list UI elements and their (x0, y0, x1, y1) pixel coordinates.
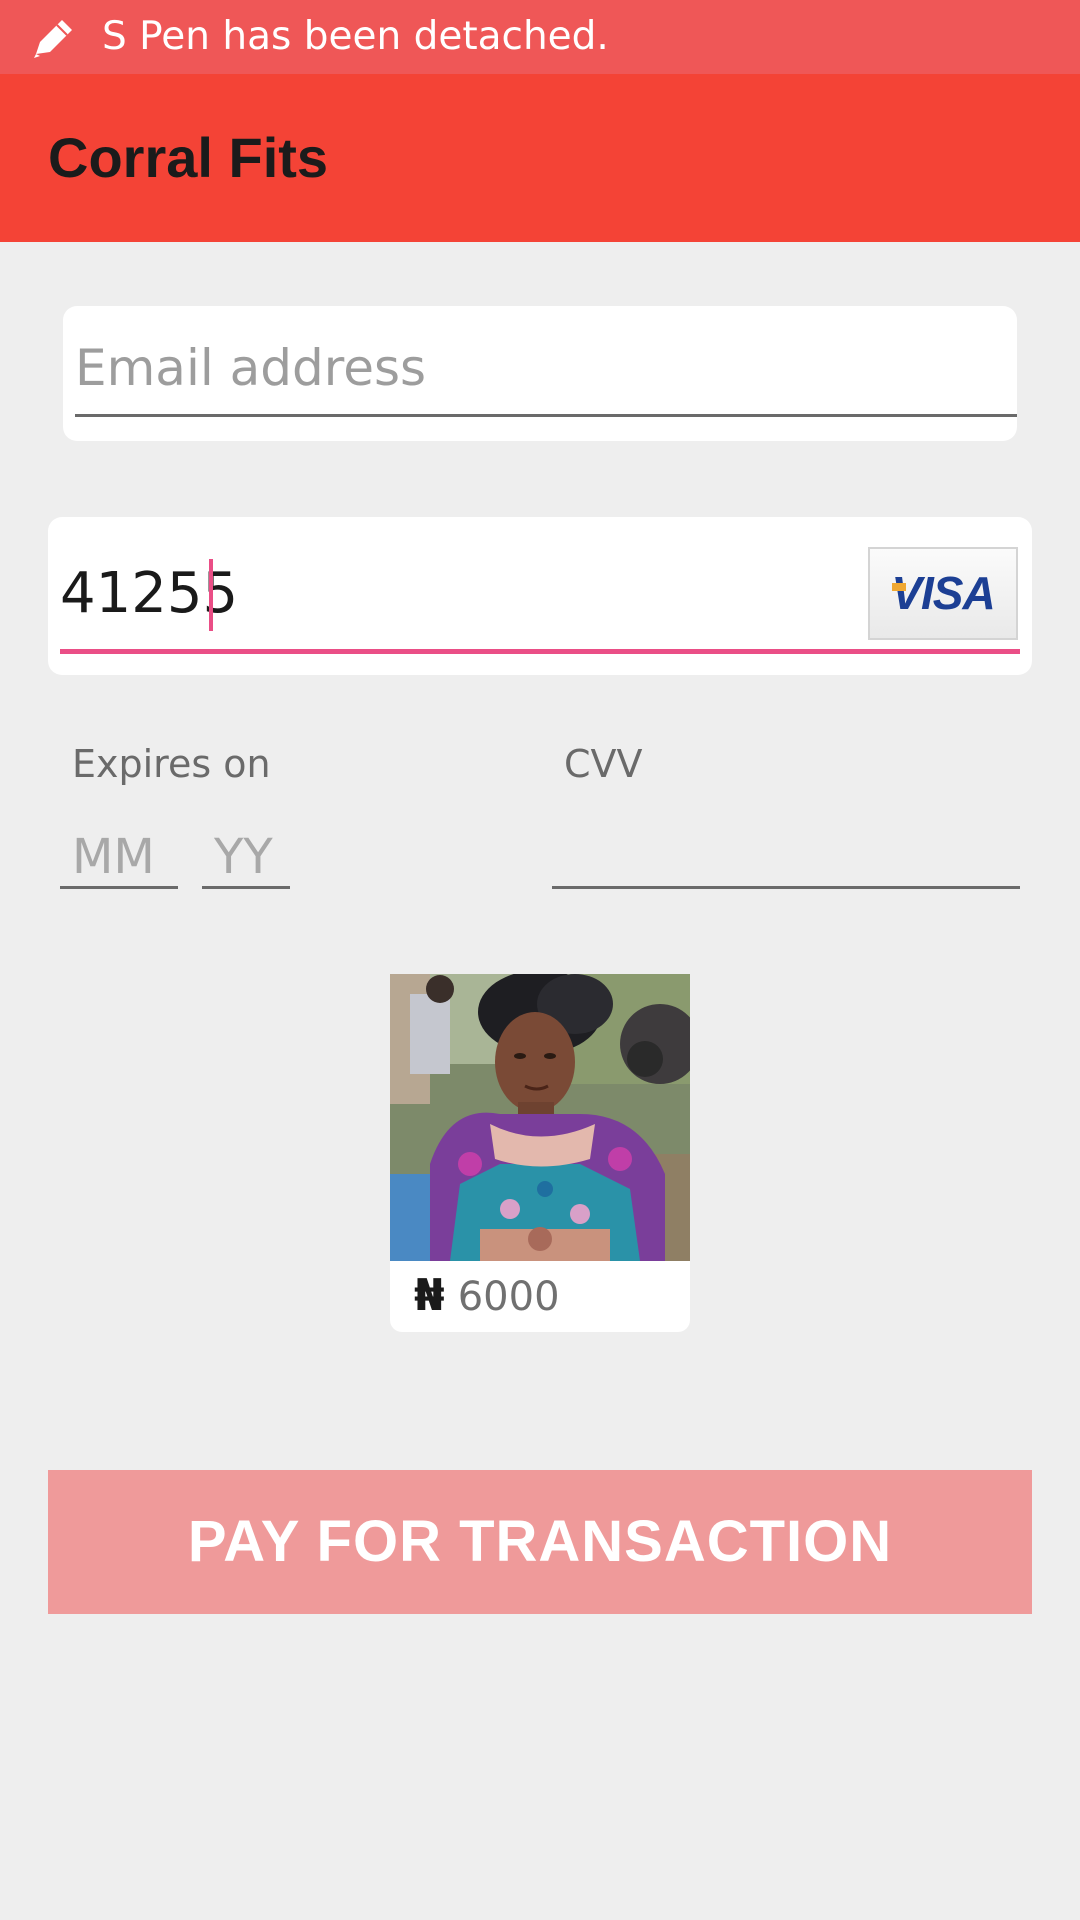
visa-accent (892, 583, 906, 591)
expiry-month-underline (60, 886, 178, 889)
card-number-field[interactable] (60, 557, 860, 629)
expiry-year-underline (202, 886, 290, 889)
status-message: S Pen has been detached. (102, 14, 609, 59)
expiry-month-field[interactable] (72, 826, 172, 888)
email-underline (75, 414, 1017, 417)
pen-icon (34, 20, 72, 58)
visa-brand-text: VISA (891, 567, 995, 619)
cvv-label: CVV (564, 742, 643, 786)
expiry-label: Expires on (72, 742, 271, 786)
product-card: ₦ 6000 (390, 974, 690, 1332)
cvv-underline (552, 886, 1020, 889)
text-cursor (209, 559, 213, 631)
card-number-card: VISA (48, 517, 1032, 675)
expiry-year-field[interactable] (214, 826, 294, 888)
product-photo (390, 974, 690, 1261)
app-bar: Corral Fits (0, 74, 1080, 242)
naira-icon: ₦ (414, 1270, 445, 1321)
email-card (63, 306, 1017, 441)
pay-for-transaction-button[interactable]: PAY FOR TRANSACTION (48, 1470, 1032, 1614)
email-field[interactable] (75, 336, 1017, 400)
cvv-field[interactable] (556, 826, 1016, 888)
price-row: ₦ 6000 (414, 1266, 560, 1326)
price-value: 6000 (457, 1274, 560, 1320)
status-notification-bar: S Pen has been detached. (0, 0, 1080, 74)
card-number-underline (60, 649, 1020, 654)
visa-logo-icon: VISA (868, 547, 1018, 640)
app-title: Corral Fits (48, 126, 329, 189)
